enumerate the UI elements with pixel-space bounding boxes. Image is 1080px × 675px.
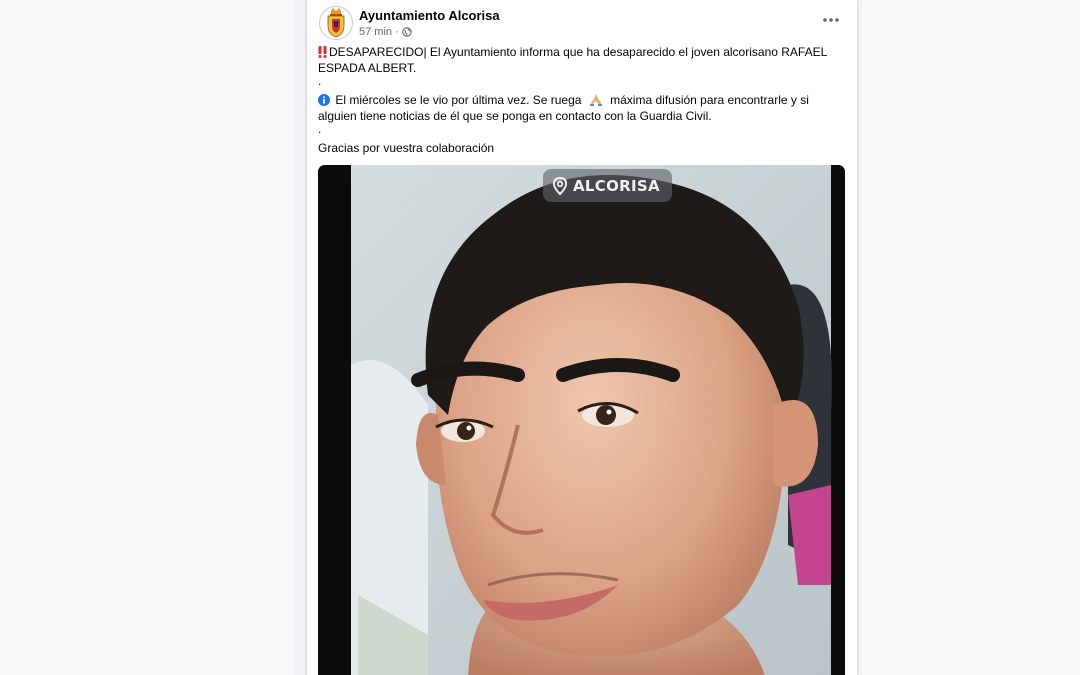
paragraph-dot-1: . — [318, 74, 322, 88]
paragraph-1-text: DESAPARECIDO| El Ayuntamiento informa qu… — [318, 45, 827, 75]
praying-hands-icon — [589, 94, 602, 106]
post-options-button[interactable] — [819, 10, 843, 30]
author-name[interactable]: Ayuntamiento Alcorisa — [359, 8, 500, 24]
page-avatar[interactable] — [319, 6, 353, 40]
location-badge: ALCORISA — [543, 169, 672, 202]
post-meta: 57 min · — [359, 25, 500, 39]
paragraph-dot-2: . — [318, 122, 322, 136]
post-time[interactable]: 57 min — [359, 25, 392, 39]
double-exclamation-icon — [318, 46, 327, 58]
meta-separator: · — [395, 25, 399, 38]
left-background — [0, 0, 293, 675]
info-icon — [318, 94, 330, 106]
right-background — [862, 0, 1080, 675]
post-paragraph-3: Gracias por vuestra colaboración — [318, 141, 495, 155]
post-photo[interactable]: ALCORISA — [318, 165, 845, 675]
post-header: Ayuntamiento Alcorisa 57 min · — [319, 6, 500, 40]
more-horizontal-icon — [823, 18, 839, 22]
location-label: ALCORISA — [573, 176, 660, 195]
missing-person-photo — [318, 165, 845, 675]
author-block: Ayuntamiento Alcorisa 57 min · — [359, 8, 500, 39]
coat-of-arms-icon — [327, 8, 345, 38]
post-paragraph-2: El miércoles se le vio por última vez. S… — [318, 92, 838, 124]
paragraph-2-text-a: El miércoles se le vio por última vez. S… — [335, 93, 582, 107]
map-pin-icon — [553, 176, 567, 195]
post-paragraph-1: DESAPARECIDO| El Ayuntamiento informa qu… — [318, 44, 838, 76]
facebook-post-card: Ayuntamiento Alcorisa 57 min · DESAPAREC… — [306, 0, 858, 675]
globe-icon — [401, 26, 412, 37]
post-text: DESAPARECIDO| El Ayuntamiento informa qu… — [318, 44, 838, 156]
